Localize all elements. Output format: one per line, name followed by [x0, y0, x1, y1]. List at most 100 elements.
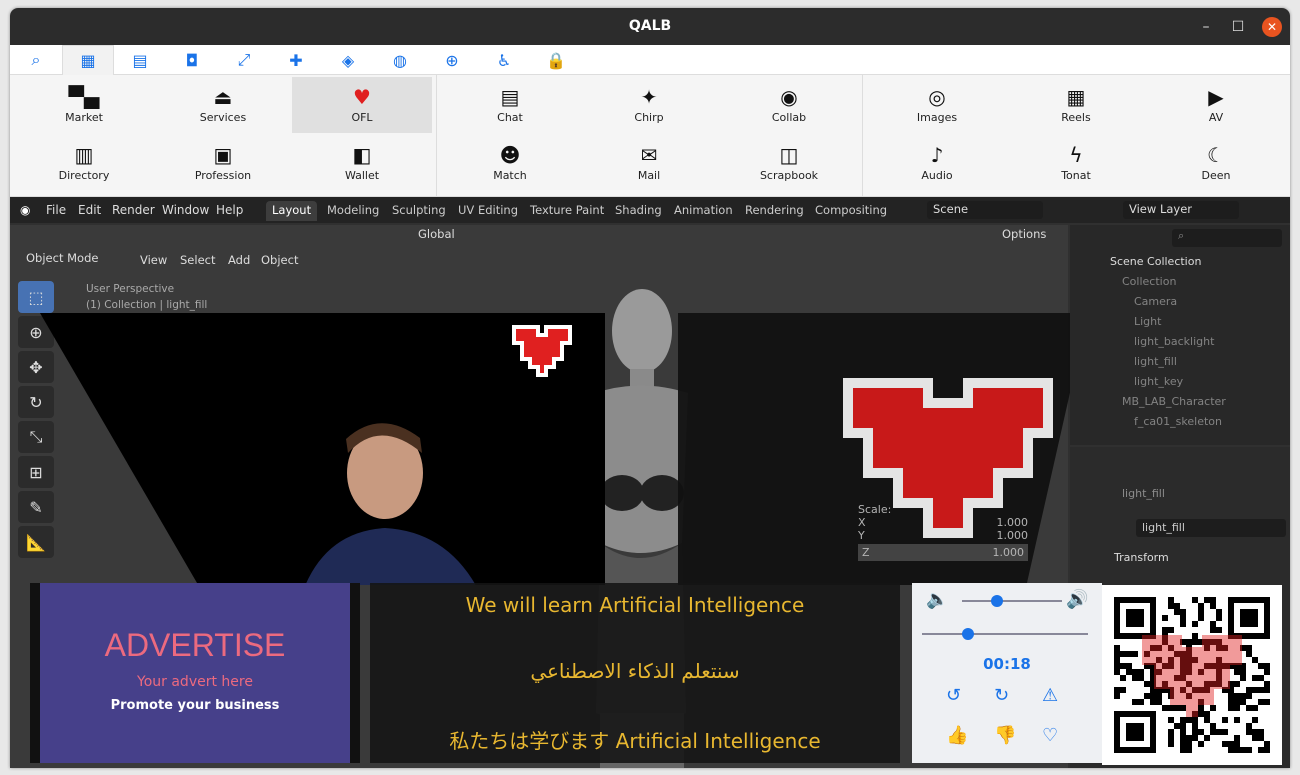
tab-uv-editing[interactable]: UV Editing [452, 201, 524, 221]
select-box-icon[interactable]: ⬚ [18, 281, 54, 313]
subtitle-english: We will learn Artificial Intelligence [465, 593, 805, 617]
app-chirp[interactable]: ✦ Chirp [579, 77, 719, 133]
app-market[interactable]: ▀▄ Market [14, 77, 154, 133]
tab-shading[interactable]: Shading [609, 201, 668, 221]
transform-icon[interactable]: ⊞ [18, 456, 54, 488]
menu-help[interactable]: Help [216, 203, 243, 217]
outliner-item[interactable]: light_key [1134, 375, 1183, 388]
heart-icon: ♥ [353, 85, 371, 109]
outliner-search-input[interactable]: ⌕ [1172, 229, 1282, 247]
people-icon: ☻ [499, 143, 521, 167]
app-label: Market [65, 111, 103, 124]
app-scrapbook[interactable]: ◫ Scrapbook [719, 135, 859, 191]
tab-learn[interactable]: ◈ [322, 45, 374, 75]
tab-accessibility[interactable]: ♿ [478, 45, 530, 75]
view-layer-field[interactable]: View Layer [1123, 201, 1239, 219]
heart-video[interactable]: Scale: X 1.000 Y 1.000 Z 1.000 [678, 313, 1088, 585]
tab-search[interactable]: ⌕ [10, 45, 62, 75]
thumbs-up-icon[interactable]: 👍 [946, 725, 968, 746]
scene-field[interactable]: Scene [927, 201, 1043, 219]
app-wallet[interactable]: ◧ Wallet [292, 135, 432, 191]
outliner-item[interactable]: light_backlight [1134, 335, 1214, 348]
advert-panel[interactable]: ADVERTISE Your advert here Promote your … [30, 583, 360, 763]
app-tonat[interactable]: ϟ Tonat [1006, 135, 1146, 191]
viewport-menu-view[interactable]: View [140, 253, 167, 267]
close-button[interactable]: ✕ [1262, 17, 1282, 37]
viewport-menu-add[interactable]: Add [228, 253, 250, 267]
mode-dropdown[interactable]: Object Mode [20, 249, 128, 269]
tab-gamepad[interactable]: ◘ [166, 45, 218, 75]
outliner-item[interactable]: Collection [1122, 275, 1176, 288]
advert-promo: Promote your business [110, 698, 280, 713]
transform-section-header[interactable]: Transform [1114, 551, 1169, 564]
annotate-icon[interactable]: ✎ [18, 491, 54, 523]
object-name-field[interactable]: light_fill [1136, 519, 1286, 537]
app-ofl[interactable]: ♥ OFL [292, 77, 432, 133]
qr-code[interactable] [1102, 585, 1282, 765]
options-dropdown[interactable]: Options [996, 225, 1060, 245]
tab-grid[interactable]: ▦ [62, 45, 114, 75]
menu-window[interactable]: Window [162, 203, 209, 217]
blender-logo-icon[interactable]: ◉ [20, 203, 30, 217]
volume-slider[interactable] [962, 595, 1062, 607]
tab-lock[interactable]: 🔒 [530, 45, 582, 75]
menu-edit[interactable]: Edit [78, 203, 101, 217]
scale-x-field[interactable]: 1.000 [997, 516, 1029, 529]
app-match[interactable]: ☻ Match [440, 135, 580, 191]
scale-y-field[interactable]: 1.000 [997, 529, 1029, 542]
app-av[interactable]: ▶ AV [1146, 77, 1286, 133]
app-deen[interactable]: ☾ Deen [1146, 135, 1286, 191]
app-label: Audio [921, 169, 953, 182]
app-reels[interactable]: ▦ Reels [1006, 77, 1146, 133]
app-profession[interactable]: ▣ Profession [153, 135, 293, 191]
app-mail[interactable]: ✉ Mail [579, 135, 719, 191]
tab-animation[interactable]: Animation [668, 201, 739, 221]
scene-collection-label[interactable]: Scene Collection [1110, 255, 1201, 268]
app-services[interactable]: ⏏ Services [153, 77, 293, 133]
app-collab[interactable]: ◉ Collab [719, 77, 859, 133]
rewind-10-icon[interactable]: ↺ [946, 685, 961, 706]
thumbs-down-icon[interactable]: 👎 [994, 725, 1016, 746]
scale-icon[interactable]: ⤡ [18, 421, 54, 453]
app-images[interactable]: ◎ Images [867, 77, 1007, 133]
move-icon[interactable]: ✥ [18, 351, 54, 383]
outliner-item[interactable]: Camera [1134, 295, 1177, 308]
tab-health[interactable]: ✚ [270, 45, 322, 75]
outliner-item[interactable]: f_ca01_skeleton [1134, 415, 1222, 428]
menu-file[interactable]: File [46, 203, 66, 217]
maximize-button[interactable]: ☐ [1228, 17, 1248, 37]
tab-sculpting[interactable]: Sculpting [386, 201, 452, 221]
progress-knob[interactable] [962, 628, 975, 640]
rotate-icon[interactable]: ↻ [18, 386, 54, 418]
report-icon[interactable]: ⚠ [1042, 685, 1058, 706]
outliner-item[interactable]: Light [1134, 315, 1161, 328]
measure-icon[interactable]: 📐 [18, 526, 54, 558]
tab-texture-paint[interactable]: Texture Paint [524, 201, 610, 221]
viewport-menu-select[interactable]: Select [180, 253, 215, 267]
volume-slider-knob[interactable] [991, 595, 1003, 607]
tab-world[interactable]: ⊕ [426, 45, 478, 75]
volume-up-icon[interactable]: 🔊 [1066, 589, 1088, 610]
scale-z-field[interactable]: 1.000 [993, 546, 1025, 559]
app-chat[interactable]: ▤ Chat [440, 77, 580, 133]
tab-expand[interactable]: ⤢ [218, 45, 270, 75]
app-audio[interactable]: ♪ Audio [867, 135, 1007, 191]
tab-rendering[interactable]: Rendering [739, 201, 810, 221]
outliner-item[interactable]: light_fill [1134, 355, 1177, 368]
viewport-menu-object[interactable]: Object [261, 253, 298, 267]
app-directory[interactable]: ▥ Directory [14, 135, 154, 191]
tab-globe[interactable]: ◍ [374, 45, 426, 75]
outliner-item[interactable]: MB_LAB_Character [1122, 395, 1226, 408]
tab-modeling[interactable]: Modeling [321, 201, 385, 221]
speaker-video[interactable]: アンドリュー・ポッター | Andrew Potter | يوسف بوتر [40, 313, 605, 585]
menu-render[interactable]: Render [112, 203, 155, 217]
heart-outline-icon[interactable]: ♡ [1042, 725, 1058, 746]
tab-document[interactable]: ▤ [114, 45, 166, 75]
minimize-button[interactable]: – [1196, 17, 1216, 37]
forward-10-icon[interactable]: ↻ [994, 685, 1009, 706]
tab-layout[interactable]: Layout [266, 201, 318, 221]
progress-bar[interactable] [922, 628, 1088, 640]
volume-down-icon[interactable]: 🔈 [926, 589, 948, 610]
tab-compositing[interactable]: Compositing [809, 201, 893, 221]
orientation-dropdown[interactable]: Global [412, 225, 492, 245]
